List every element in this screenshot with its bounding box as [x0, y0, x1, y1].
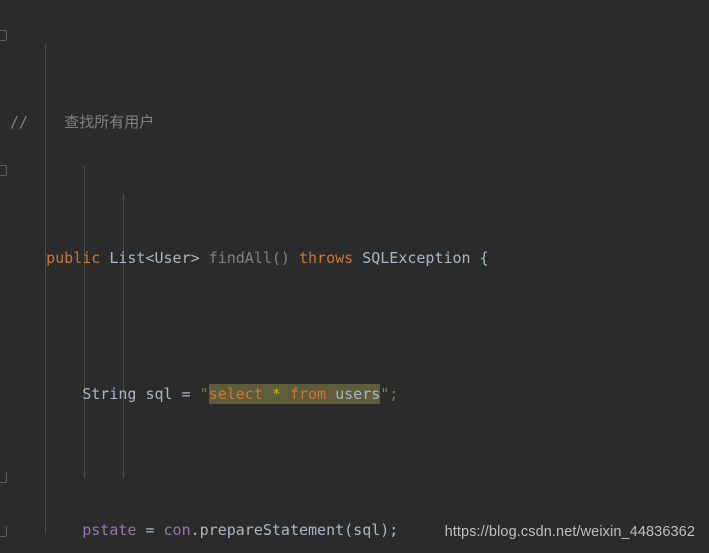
sql-keyword-from: from [289, 384, 327, 403]
watermark-url: https://blog.csdn.net/weixin_44836362 [444, 523, 695, 540]
code-line-sql[interactable]: String sql = "select * from users"; [0, 381, 709, 408]
code-content[interactable]: // 查找所有用户 public List<User> findAll() th… [0, 0, 709, 553]
sql-close-quote-semicolon: "; [380, 384, 399, 403]
sql-type: String [82, 384, 137, 403]
code-editor[interactable]: // 查找所有用户 public List<User> findAll() th… [0, 0, 709, 553]
field-pstate: pstate [82, 520, 137, 539]
keyword-throws: throws [299, 248, 354, 267]
comment-slashes: // [10, 112, 29, 131]
sql-open-quote: " [199, 384, 209, 403]
sql-equals: = [181, 384, 191, 403]
code-line-method-signature[interactable]: public List<User> findAll() throws SQLEx… [0, 245, 709, 272]
prepare-statement-call: .prepareStatement(sql); [190, 520, 399, 539]
comment-text: 查找所有用户 [64, 112, 155, 131]
sql-injection-highlight: select * from users [208, 383, 381, 404]
return-type: List<User> [109, 248, 200, 267]
sql-var: sql [145, 384, 173, 403]
sql-table-name: users [335, 384, 381, 403]
code-line-comment[interactable]: // 查找所有用户 [0, 109, 709, 136]
brace-open: { [479, 248, 489, 267]
method-name: findAll() [208, 248, 290, 267]
sql-star: * [271, 384, 281, 403]
exception-type: SQLException [362, 248, 471, 267]
field-con: con [163, 520, 191, 539]
pstate-equals: = [145, 520, 155, 539]
sql-keyword-select: select [208, 384, 263, 403]
keyword-public: public [46, 248, 101, 267]
